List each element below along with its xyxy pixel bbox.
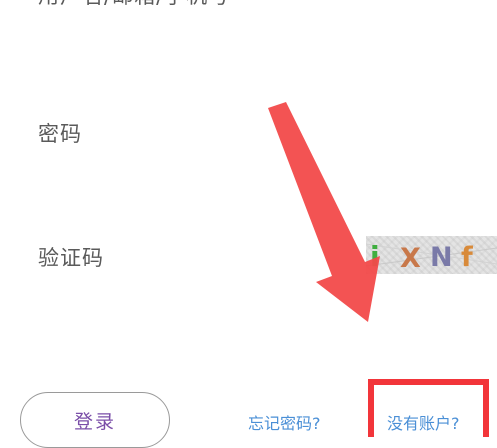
captcha-char: f [461,242,473,273]
login-button-label: 登录 [73,411,116,433]
captcha-char: i [370,240,380,273]
annotation-arrow [268,102,380,322]
username-input[interactable] [0,0,497,22]
captcha-image[interactable]: i X N f [366,236,497,274]
captcha-glyphs: i X N f [366,240,497,274]
login-button[interactable]: 登录 [20,392,170,448]
password-row: 密码 [0,110,497,170]
captcha-char: X [400,243,421,274]
captcha-input[interactable] [0,230,364,272]
no-account-link[interactable]: 没有账户? [387,410,460,434]
username-row: 用户名/邮箱/手机号 [0,0,497,40]
captcha-char: N [430,242,453,273]
forgot-password-link[interactable]: 忘记密码? [248,410,321,434]
password-input[interactable] [0,110,497,152]
